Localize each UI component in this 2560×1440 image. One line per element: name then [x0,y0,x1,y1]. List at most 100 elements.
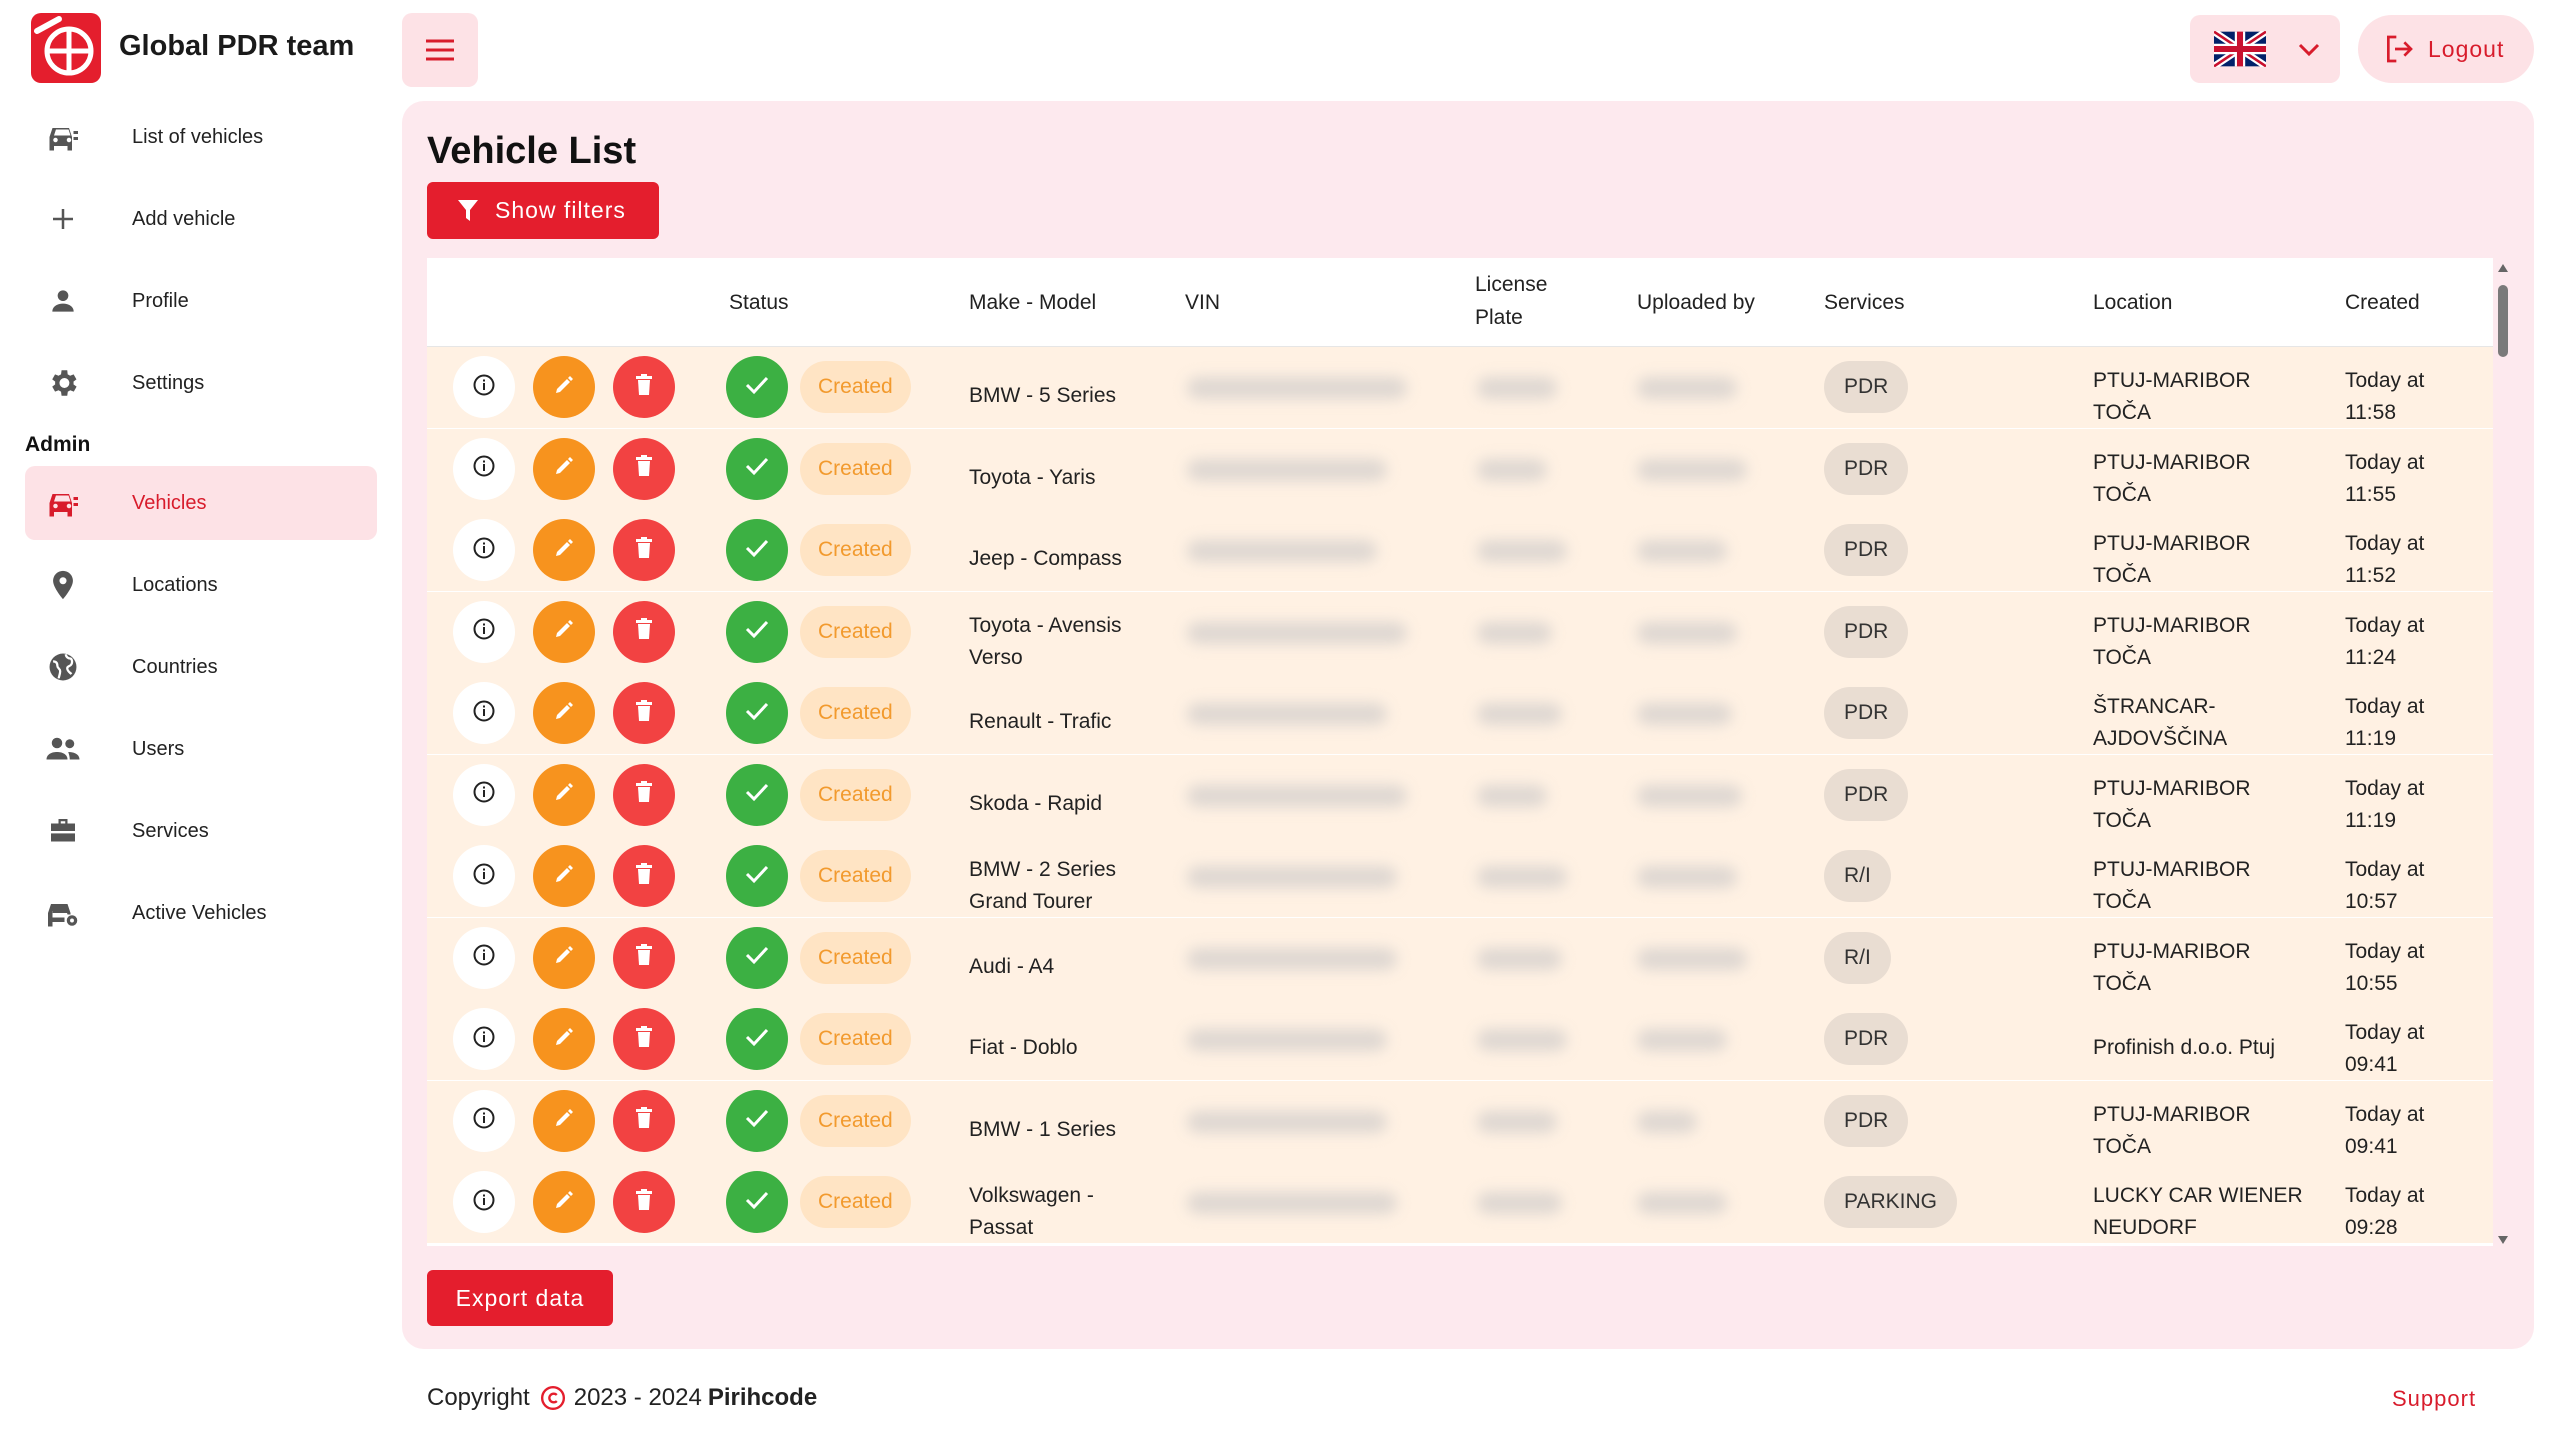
status-check [726,682,788,744]
table-row: Created Renault - Trafic PDR ŠTRANCAR- AJDOV… [427,673,2493,755]
delete-button[interactable] [613,926,675,989]
status-check [726,763,788,826]
trash-icon [633,454,655,483]
sidebar-item-countries[interactable]: Countries [25,630,377,704]
delete-button[interactable] [613,356,675,418]
edit-button[interactable] [533,519,595,581]
trash-icon [633,862,655,891]
check-icon [744,619,770,644]
sidebar-item-vehicles[interactable]: Vehicles [25,466,377,540]
logout-label: Logout [2428,35,2505,62]
sidebar-item-list-of-vehicles[interactable]: List of vehicles [25,100,377,174]
admin-section-label: Admin [25,433,91,456]
trash-icon [633,699,655,728]
service-chip: PDR [1824,768,1909,821]
check-icon [744,456,770,481]
edit-button[interactable] [533,845,595,907]
trash-icon [633,1106,655,1135]
delete-button[interactable] [613,1008,675,1070]
check-icon [744,375,770,400]
header-location[interactable]: Location [2093,286,2172,319]
sidebar-item-label: Vehicles [132,491,207,514]
details-button[interactable] [453,845,515,907]
location-line-1: PTUJ-MARIBOR [2093,532,2251,555]
users-icon [43,729,83,769]
details-button[interactable] [453,1171,515,1233]
details-button[interactable] [453,926,515,989]
details-button[interactable] [453,763,515,826]
details-button[interactable] [453,356,515,418]
info-icon [472,699,496,728]
service-chip: R/I [1824,850,1891,902]
header-license-plate-2[interactable]: Plate [1475,301,1523,334]
sidebar-item-add-vehicle[interactable]: Add vehicle [25,182,377,256]
created-line-1: Today at [2345,450,2425,474]
delete-button[interactable] [613,1171,675,1233]
delete-button[interactable] [613,763,675,826]
edit-button[interactable] [533,437,595,500]
delete-button[interactable] [613,519,675,581]
details-button[interactable] [453,437,515,500]
make-model-line-1: Volkswagen - [969,1184,1094,1207]
support-link[interactable]: Support [2392,1386,2476,1412]
vin-redacted [1187,621,1407,644]
pencil-icon [552,617,576,646]
location-line-1: Profinish d.o.o. Ptuj [2093,1036,2276,1059]
sidebar-item-settings[interactable]: Settings [25,346,377,420]
edit-button[interactable] [533,356,595,418]
uploader-redacted [1637,458,1747,481]
edit-button[interactable] [533,1008,595,1070]
location-line-1: PTUJ-MARIBOR [2093,369,2251,392]
status-check [726,1008,788,1070]
header-created[interactable]: Created [2345,286,2420,319]
location-line-1: PTUJ-MARIBOR [2093,1102,2251,1126]
edit-button[interactable] [533,763,595,826]
header-services[interactable]: Services [1824,286,1905,319]
sidebar-item-users[interactable]: Users [25,712,377,786]
delete-button[interactable] [613,600,675,663]
sidebar-item-label: Profile [132,289,189,312]
show-filters-button[interactable]: Show filters [427,182,659,239]
plate-redacted [1477,458,1547,481]
details-button[interactable] [453,519,515,581]
logout-button[interactable]: Logout [2358,15,2534,83]
header-uploaded-by[interactable]: Uploaded by [1637,286,1755,319]
scrollbar-thumb[interactable] [2498,285,2508,357]
delete-button[interactable] [613,682,675,744]
status-check [726,1171,788,1233]
edit-button[interactable] [533,926,595,989]
header-make-model[interactable]: Make - Model [969,286,1096,319]
sidebar-item-active-vehicles[interactable]: Active Vehicles [25,876,377,950]
menu-toggle-button[interactable] [402,13,478,87]
vin-redacted [1187,458,1387,481]
sidebar-item-profile[interactable]: Profile [25,264,377,338]
delete-button[interactable] [613,845,675,907]
edit-button[interactable] [533,600,595,663]
sidebar-item-locations[interactable]: Locations [25,548,377,622]
show-filters-label: Show filters [495,197,626,223]
edit-button[interactable] [533,1089,595,1152]
delete-button[interactable] [613,1089,675,1152]
location-line-2: NEUDORF [2093,1216,2197,1239]
status-badge: Created [800,605,911,658]
edit-button[interactable] [533,1171,595,1233]
table-scrollbar[interactable] [2496,264,2510,1248]
uk-flag-icon [2214,31,2266,67]
vin-redacted [1187,540,1377,562]
details-button[interactable] [453,1089,515,1152]
details-button[interactable] [453,682,515,744]
header-license-plate-1[interactable]: License [1475,268,1547,301]
sidebar-item-services[interactable]: Services [25,794,377,868]
details-button[interactable] [453,1008,515,1070]
table-header: Status Make - Model VIN License Plate Up… [427,258,2493,347]
header-vin[interactable]: VIN [1185,286,1220,319]
export-data-button[interactable]: Export data [427,1270,613,1326]
status-badge: Created [800,1176,911,1228]
delete-button[interactable] [613,437,675,500]
gear-icon [43,363,83,403]
details-button[interactable] [453,600,515,663]
edit-button[interactable] [533,682,595,744]
header-status[interactable]: Status [729,286,789,319]
language-selector[interactable] [2190,15,2340,83]
vin-redacted [1187,377,1407,399]
